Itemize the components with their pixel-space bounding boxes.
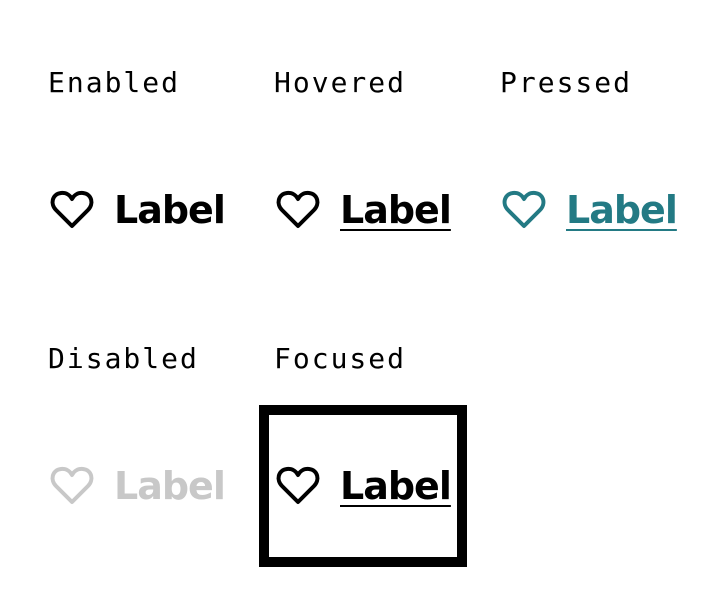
link-pressed[interactable]: Label	[502, 188, 678, 232]
heart-outline-icon	[50, 190, 94, 230]
link-disabled: Label	[50, 464, 226, 508]
link-label: Label	[114, 464, 226, 508]
link-label: Label	[114, 188, 226, 232]
heart-outline-icon	[276, 466, 320, 506]
state-title-hovered: Hovered	[274, 66, 407, 99]
heart-outline-icon	[276, 190, 320, 230]
state-title-pressed: Pressed	[500, 66, 633, 99]
link-hovered[interactable]: Label	[276, 188, 452, 232]
link-focused[interactable]: Label	[276, 464, 452, 508]
state-title-focused: Focused	[274, 342, 407, 375]
link-enabled[interactable]: Label	[50, 188, 226, 232]
link-label: Label	[340, 464, 452, 508]
state-title-enabled: Enabled	[48, 66, 181, 99]
link-label: Label	[566, 188, 678, 232]
state-title-disabled: Disabled	[48, 342, 199, 375]
heart-outline-icon	[502, 190, 546, 230]
link-label: Label	[340, 188, 452, 232]
heart-outline-icon	[50, 466, 94, 506]
